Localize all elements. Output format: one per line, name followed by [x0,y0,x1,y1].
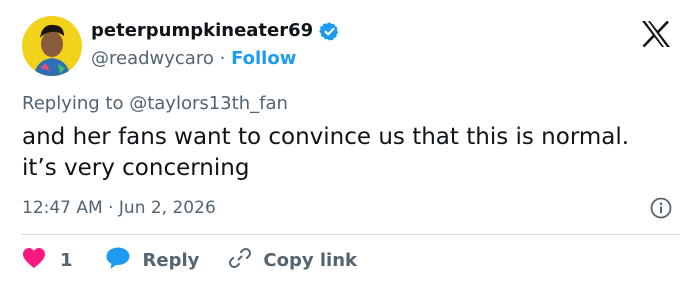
tweet-timestamp[interactable]: 12:47 AM · Jun 2, 2026 [22,196,216,220]
verified-badge-icon [319,21,340,42]
divider [22,234,679,235]
copy-link-button[interactable]: Copy link [228,246,357,275]
like-button[interactable]: 1 [22,247,73,274]
follow-button[interactable]: Follow [231,48,296,69]
reply-label: Reply [142,249,200,271]
handle-line: @readwycaro · Follow [91,47,296,71]
display-name-row: peterpumpkineater69 [91,19,340,43]
reply-button[interactable]: Reply [105,246,200,275]
avatar[interactable] [22,16,82,76]
tweet-text: and her fans want to convince us that th… [22,124,630,181]
x-logo-icon[interactable] [641,20,671,52]
handle-separator: · [219,48,226,69]
user-handle[interactable]: @readwycaro [91,48,214,69]
link-icon [228,246,252,275]
display-name[interactable]: peterpumpkineater69 [91,19,313,43]
info-icon[interactable] [650,197,672,223]
heart-icon [22,247,46,274]
copy-link-label: Copy link [263,249,357,271]
action-bar: 1 Reply Copy link [22,246,357,274]
like-count: 1 [60,249,73,271]
replying-to[interactable]: Replying to @taylors13th_fan [22,92,288,116]
speech-bubble-icon [105,246,131,275]
